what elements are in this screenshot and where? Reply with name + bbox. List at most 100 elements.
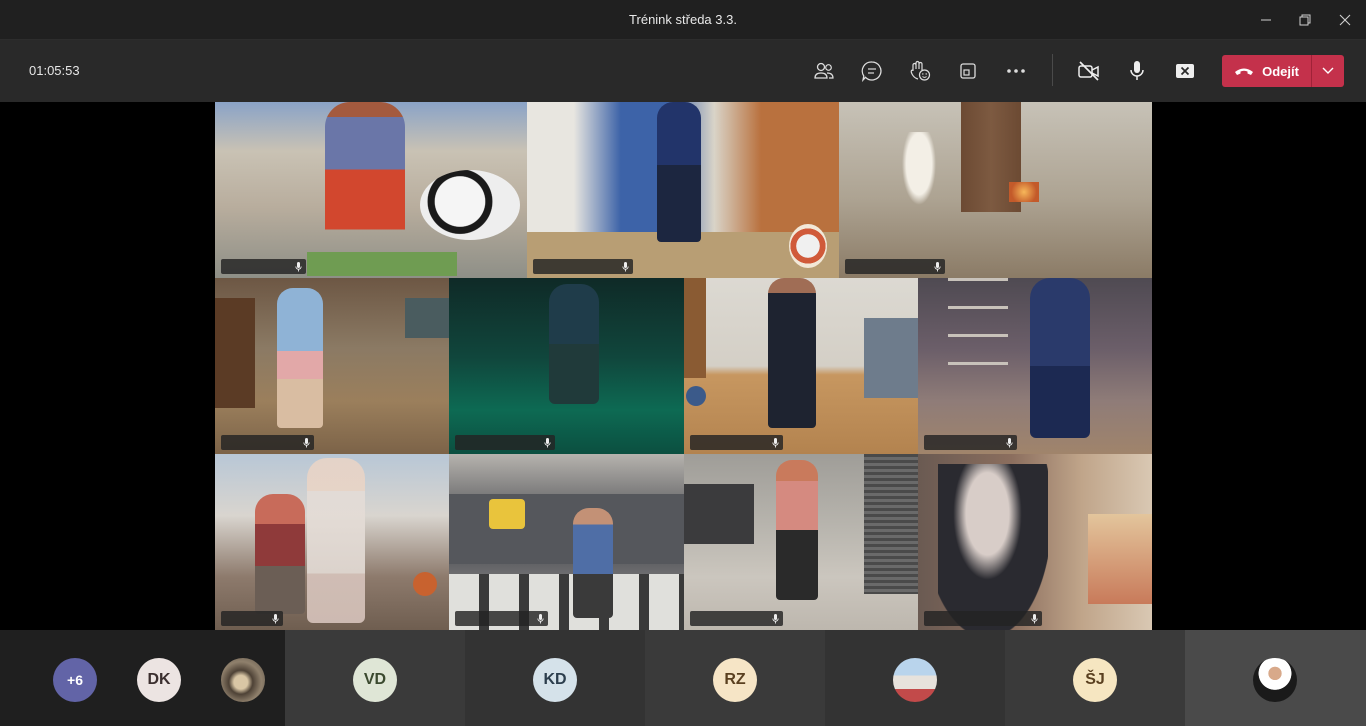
ball [789,224,827,268]
hang-up-icon [1234,64,1254,79]
participant-nameplate [533,259,633,274]
plant [899,132,939,212]
video-tile[interactable] [215,454,449,630]
participant-roster: +6 DK VD KD RZ ŠJ [0,630,1366,726]
participant-nameplate [690,611,783,626]
title-bar: Trénink středa 3.3. [0,0,1366,40]
participant-nameplate [221,435,314,450]
participant-nameplate [455,435,555,450]
avatar: ŠJ [1073,658,1117,702]
video-tile[interactable] [684,454,918,630]
avatar[interactable] [221,658,265,702]
video-tile[interactable] [918,454,1152,630]
participant-figure [768,278,816,428]
blinds [864,454,918,594]
roster-tile[interactable]: ŠJ [1005,630,1185,726]
microphone-small-icon [544,437,551,448]
roster-tile[interactable]: KD [465,630,645,726]
chat-icon[interactable] [858,57,886,85]
leave-button[interactable]: Odejít [1222,55,1344,87]
microphone-small-icon [1031,613,1038,624]
video-tile[interactable] [215,278,449,454]
microphone-small-icon [772,613,779,624]
participant-figure [307,458,365,623]
roster-group: +6 DK [0,630,285,726]
roster-tile[interactable] [825,630,1005,726]
participant-nameplate [924,611,1042,626]
participant-nameplate [221,611,283,626]
minimize-icon[interactable] [1254,8,1278,32]
participant-figure [277,288,323,428]
participant-figure [549,284,599,404]
call-controls-bar: 01:05:53 Odejít [0,40,1366,102]
video-grid [0,102,1366,630]
participant-figure [776,460,818,600]
more-options-icon[interactable] [1002,57,1030,85]
roster-tile-self[interactable] [1185,630,1366,726]
beanbag-chair [420,170,520,240]
cushion [489,499,525,529]
close-icon[interactable] [1333,8,1357,32]
overflow-participants-button[interactable]: +6 [53,658,97,702]
participant-nameplate [221,259,306,274]
microphone-small-icon [772,437,779,448]
avatar: VD [353,658,397,702]
cabinet [684,484,754,544]
avatar: RZ [713,658,757,702]
share-tray-icon[interactable] [954,57,982,85]
bunk-bed [948,278,1008,388]
door-frame [684,278,706,378]
microphone-small-icon [1006,437,1013,448]
microphone-small-icon [295,261,302,272]
video-tile[interactable] [215,102,527,278]
video-tile[interactable] [449,454,684,630]
sofa [449,494,684,564]
ball [686,386,706,406]
leave-main-button[interactable]: Odejít [1222,55,1311,87]
chevron-down-icon [1322,62,1334,80]
restore-icon[interactable] [1293,8,1317,32]
cabinet [215,298,255,408]
microphone-small-icon [303,437,310,448]
share-screen-icon[interactable] [1171,57,1199,85]
participant-figure [255,494,305,614]
video-tile[interactable] [527,102,839,278]
video-tile[interactable] [918,278,1152,454]
participant-figure [938,464,1048,630]
participant-figure [573,508,613,618]
avatar [893,658,937,702]
microphone-small-icon [272,613,279,624]
camera-off-icon[interactable] [1075,57,1103,85]
microphone-small-icon [934,261,941,272]
roster-tile[interactable]: VD [285,630,465,726]
lamp [1009,182,1039,202]
leave-label: Odejít [1262,63,1299,79]
aquarium [405,298,449,338]
microphone-small-icon [622,261,629,272]
roster-tile[interactable]: RZ [645,630,825,726]
participants-icon[interactable] [810,57,838,85]
participant-figure [1030,278,1090,438]
avatar[interactable]: DK [137,658,181,702]
call-timer: 01:05:53 [29,63,80,78]
toolbar-separator [1052,54,1053,86]
shelf-items [1088,514,1152,604]
reactions-icon[interactable] [906,57,934,85]
participant-nameplate [845,259,945,274]
participant-nameplate [455,611,548,626]
participant-figure [657,102,701,242]
video-tile[interactable] [839,102,1152,278]
avatar: KD [533,658,577,702]
leave-options-dropdown[interactable] [1312,55,1344,87]
ball [413,572,437,596]
video-tile[interactable] [449,278,684,454]
participant-nameplate [924,435,1017,450]
video-tile[interactable] [684,278,918,454]
participant-nameplate [690,435,783,450]
sofa [864,318,918,398]
microphone-icon[interactable] [1123,57,1151,85]
exercise-mat [307,252,457,276]
participant-figure [325,102,405,252]
window-title: Trénink středa 3.3. [629,12,737,27]
avatar [1253,658,1297,702]
